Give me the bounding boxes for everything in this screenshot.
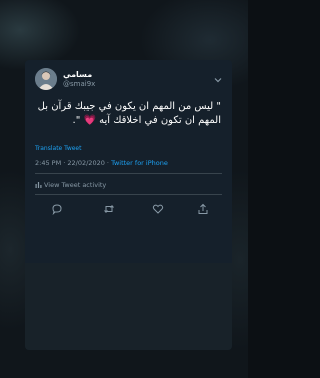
tweet-meta: 2:45 PM · 22/02/2020 · Twitter for iPhon…: [35, 159, 168, 167]
user-handle[interactable]: @smai9x: [63, 80, 95, 88]
bar-chart-icon: [35, 181, 42, 188]
tweet-card: مسامي @smai9x " ليس من المهم ان يكون في …: [25, 60, 232, 350]
card-empty-area: [25, 263, 232, 350]
tweet-header: مسامي @smai9x: [35, 68, 225, 92]
tweet-text: " ليس من المهم ان يكون في جيبك قرآن بل ا…: [37, 101, 221, 126]
share-icon[interactable]: [197, 200, 209, 214]
tweet-source-link[interactable]: Twitter for iPhone: [111, 159, 168, 167]
activity-label: View Tweet activity: [44, 181, 107, 189]
view-activity-link[interactable]: View Tweet activity: [35, 181, 106, 189]
reply-icon[interactable]: [51, 200, 63, 216]
divider: [35, 194, 222, 195]
tweet-timestamp[interactable]: 2:45 PM · 22/02/2020 ·: [35, 159, 111, 167]
display-name[interactable]: مسامي: [63, 70, 92, 79]
retweet-icon[interactable]: [103, 200, 115, 213]
heart-icon[interactable]: [152, 200, 164, 214]
avatar[interactable]: [35, 68, 57, 90]
chevron-down-icon[interactable]: [213, 70, 223, 83]
tweet-actions: [35, 200, 222, 216]
translate-tweet-link[interactable]: Translate Tweet: [35, 145, 81, 152]
divider: [35, 173, 222, 174]
